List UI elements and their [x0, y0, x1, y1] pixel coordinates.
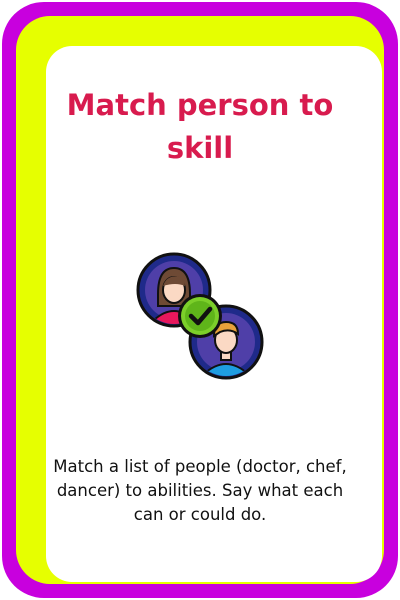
card-title: Match person to skill [66, 88, 334, 165]
card-description: Match a list of people (doctor, chef, da… [53, 457, 347, 524]
check-badge-icon [178, 294, 222, 338]
people-match-check-icon [136, 252, 264, 380]
